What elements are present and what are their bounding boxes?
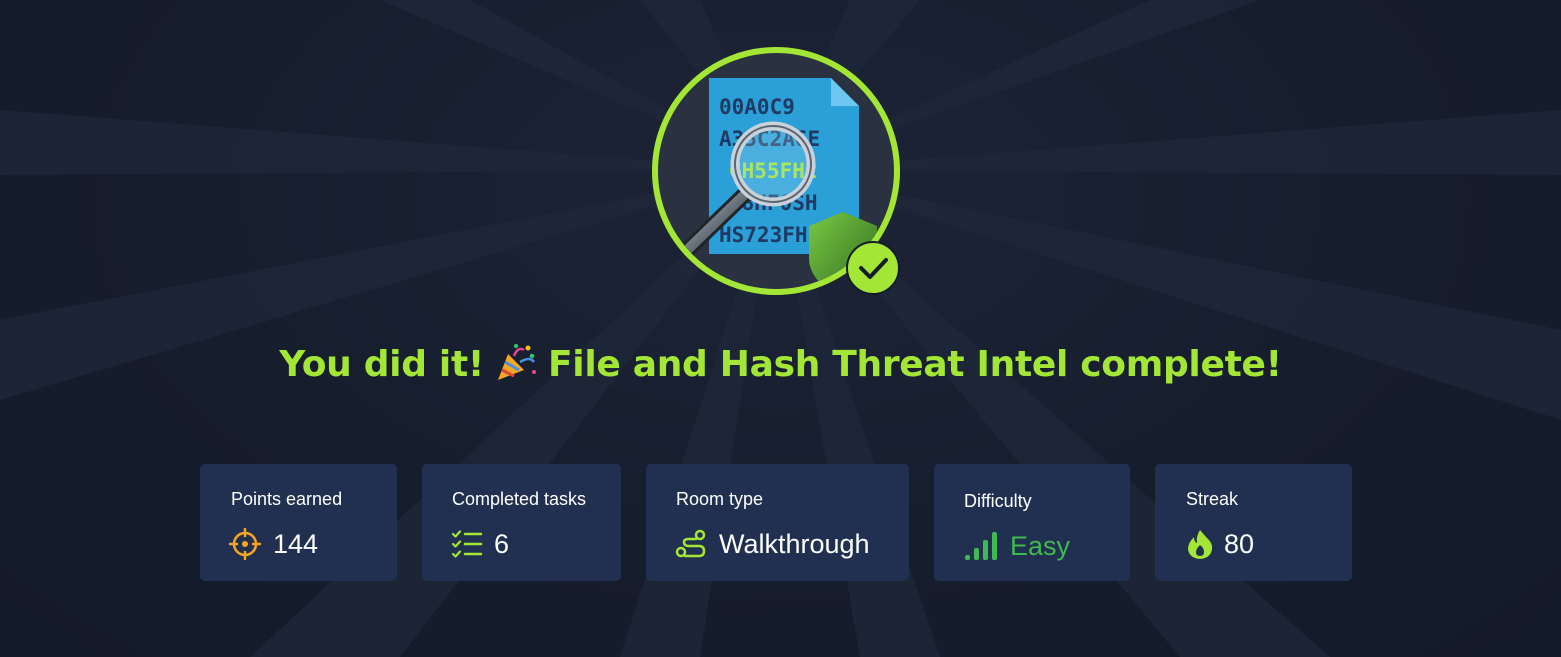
stat-label-difficulty: Difficulty xyxy=(964,491,1032,511)
stat-value-streak: 80 xyxy=(1224,529,1255,559)
signal-bars-icon xyxy=(965,532,997,560)
completion-headline: You did it! File and Hash Threat Intel c… xyxy=(0,342,1561,385)
stat-value-tasks: 6 xyxy=(494,529,510,559)
target-icon xyxy=(229,528,261,560)
route-icon xyxy=(675,529,706,558)
checkmark-icon xyxy=(846,241,900,295)
svg-text:HS723FH: HS723FH xyxy=(719,223,808,247)
stat-card-streak: Streak 80 xyxy=(1155,464,1352,581)
stat-card-points: Points earned 144 xyxy=(200,464,397,581)
room-badge: 00A0C9 A35C2A6E GH55FH2 J8HF0SH HS723FH xyxy=(652,47,900,295)
stat-label-streak: Streak xyxy=(1186,489,1239,509)
stat-value-points: 144 xyxy=(273,529,319,559)
stat-label-points: Points earned xyxy=(231,489,343,509)
stat-value-difficulty: Easy xyxy=(1010,531,1071,561)
headline-suffix: File and Hash Threat Intel complete! xyxy=(548,344,1282,385)
stat-label-room-type: Room type xyxy=(676,489,764,509)
stat-card-room-type: Room type Walkthrough xyxy=(646,464,909,581)
flame-icon xyxy=(1188,530,1213,559)
stat-label-tasks: Completed tasks xyxy=(452,489,587,509)
completion-screen: 00A0C9 A35C2A6E GH55FH2 J8HF0SH HS723FH … xyxy=(0,0,1561,657)
stat-card-difficulty: Difficulty Easy xyxy=(934,464,1130,581)
headline-prefix: You did it! xyxy=(279,344,484,385)
checklist-icon xyxy=(451,530,483,558)
svg-text:00A0C9: 00A0C9 xyxy=(719,95,795,119)
party-popper-icon xyxy=(498,344,536,380)
stat-card-tasks: Completed tasks 6 xyxy=(422,464,621,581)
stat-value-room-type: Walkthrough xyxy=(719,529,870,559)
